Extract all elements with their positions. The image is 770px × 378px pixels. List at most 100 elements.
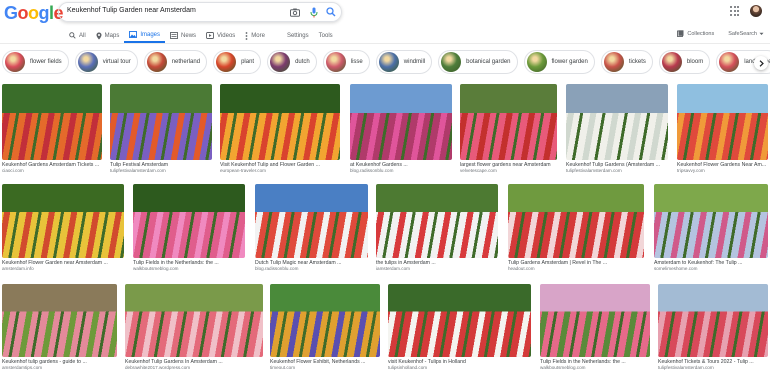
safesearch-dropdown[interactable]: SafeSearch [728, 31, 764, 37]
image-result[interactable]: Tulip Festival Amsterdam tulipfestivalams… [110, 84, 212, 174]
result-source: blog.radissonblu.com [350, 168, 394, 173]
chip-flower-garden[interactable]: flower garden [523, 50, 595, 74]
map-pin-icon [96, 32, 102, 39]
chip-virtual-tour[interactable]: virtual tour [74, 50, 138, 74]
image-result[interactable]: Keukenhof Flower Gardens Near Am... trips… [677, 84, 768, 174]
tab-news[interactable]: News [165, 28, 201, 43]
tools-label: Tools [318, 32, 333, 39]
chip-label: botanical garden [466, 59, 511, 65]
image-result[interactable]: Tulip Fields in the Netherlands: the ...… [540, 284, 650, 371]
image-result[interactable]: Tulip Fields in the Netherlands: the ...… [133, 184, 245, 272]
camera-icon[interactable] [289, 6, 301, 18]
image-result[interactable]: at Keukenhof Gardens ... blog.radissonblu… [350, 84, 452, 174]
result-thumbnail[interactable] [2, 284, 117, 357]
result-source: walkboutsmeblog.com [133, 266, 179, 271]
image-result[interactable]: Keukenhof Tickets & Tours 2022 - Tulip .… [658, 284, 768, 371]
google-logo[interactable]: Google [4, 3, 64, 24]
chip-botanical-garden[interactable]: botanical garden [438, 50, 518, 74]
chip-dutch[interactable]: dutch [267, 50, 317, 74]
chip-flower-fields[interactable]: flower fields [2, 50, 69, 74]
result-thumbnail[interactable] [2, 84, 102, 160]
result-thumbnail[interactable] [654, 184, 768, 258]
result-source: european-traveler.com [220, 168, 266, 173]
result-source: somelimeshome.com [654, 266, 698, 271]
image-result[interactable]: Keukenhof Tulip Gardens In Amsterdam ...… [125, 284, 263, 371]
collections-label: Collections [687, 30, 715, 37]
chip-tickets[interactable]: tickets [600, 50, 653, 74]
chip-lisse[interactable]: lisse [322, 50, 370, 74]
chevron-right-icon [759, 59, 764, 67]
image-result[interactable]: Keukenhof tulip gardens - guide to ... am… [2, 284, 117, 371]
microphone-icon[interactable] [308, 6, 320, 18]
image-result[interactable]: Visit Keukenhof Tulip and Flower Garden … [220, 84, 340, 174]
result-thumbnail[interactable] [220, 84, 340, 160]
result-source: tulipfestivalamsterdam.com [566, 168, 622, 173]
search-icon[interactable] [325, 6, 337, 18]
result-thumbnail[interactable] [110, 84, 212, 160]
result-thumbnail[interactable] [658, 284, 768, 357]
search-box[interactable]: Keukenhof Tulip Garden near Amsterdam [58, 2, 342, 22]
result-source: blog.radissonblu.com [255, 266, 299, 271]
chip-netherland[interactable]: netherland [143, 50, 208, 74]
image-result[interactable]: Keukenhof Flower Garden near Amsterdam .… [2, 184, 124, 272]
result-thumbnail[interactable] [508, 184, 644, 258]
result-thumbnail[interactable] [255, 184, 368, 258]
result-thumbnail[interactable] [460, 84, 557, 160]
tab-label: All [79, 32, 86, 39]
chips-next-button[interactable] [754, 56, 768, 70]
image-result[interactable]: Keukenhof Gardens Amsterdam Tickets ... c… [2, 84, 102, 174]
result-thumbnail[interactable] [540, 284, 650, 357]
settings-link[interactable]: Settings [282, 28, 314, 43]
image-result[interactable]: Amsterdam to Keukenhof: The Tulip ... som… [654, 184, 768, 272]
image-result[interactable]: visit Keukenhof - Tulips in Holland tulip… [388, 284, 531, 371]
result-thumbnail[interactable] [388, 284, 531, 357]
chip-bloom[interactable]: bloom [658, 50, 711, 74]
result-source: tripsavvy.com [677, 168, 705, 173]
image-result[interactable]: Dutch Tulip Magic near Amsterdam ... blog… [255, 184, 368, 272]
tab-label: News [181, 32, 197, 39]
chip-thumbnail [719, 52, 740, 72]
result-thumbnail[interactable] [566, 84, 668, 160]
result-thumbnail[interactable] [376, 184, 498, 258]
image-result[interactable]: largest flower gardens near Amsterdam vel… [460, 84, 557, 174]
result-thumbnail[interactable] [677, 84, 768, 160]
tab-maps[interactable]: Maps [91, 28, 125, 43]
tools-link[interactable]: Tools [314, 28, 338, 43]
tab-more[interactable]: More [240, 28, 270, 43]
avatar[interactable] [750, 5, 762, 17]
result-source: tulipfestivalamsterdam.com [658, 365, 714, 370]
result-thumbnail[interactable] [133, 184, 245, 258]
tab-label: More [251, 32, 265, 39]
safesearch-label: SafeSearch [728, 30, 757, 37]
result-thumbnail[interactable] [125, 284, 263, 357]
result-thumbnail[interactable] [2, 184, 124, 258]
collections-link[interactable]: Collections [677, 30, 714, 37]
result-source: velvetescape.com [460, 168, 497, 173]
chip-thumbnail [216, 52, 237, 72]
tab-videos[interactable]: Videos [201, 28, 240, 43]
chip-thumbnail [526, 52, 547, 72]
logo-letter: G [4, 3, 18, 23]
image-result[interactable]: Tulip Gardens Amsterdam | Revel in The .… [508, 184, 644, 272]
chip-windmill[interactable]: windmill [375, 50, 433, 74]
search-icon [69, 32, 76, 39]
search-input[interactable]: Keukenhof Tulip Garden near Amsterdam [67, 7, 196, 14]
header-divider [0, 43, 770, 44]
chip-plant[interactable]: plant [213, 50, 262, 74]
result-thumbnail[interactable] [270, 284, 380, 357]
chip-label: bloom [686, 59, 704, 65]
image-result[interactable]: Keukenhof Flower Exhibit, Netherlands ..… [270, 284, 380, 371]
chip-label: windmill [403, 59, 426, 65]
chip-label: dutch [295, 59, 310, 65]
tab-label: Images [140, 31, 161, 38]
tab-label: Videos [217, 32, 236, 39]
image-result[interactable]: Keukenhof Tulip Gardens (Amsterdam ... tu… [566, 84, 668, 174]
image-result[interactable]: the tulips in Amsterdam ... iamsterdam.co… [376, 184, 498, 272]
tab-all[interactable]: All [64, 28, 91, 43]
result-source: tulipsinholland.com [388, 365, 428, 370]
apps-grid-icon[interactable] [730, 6, 740, 16]
tab-images[interactable]: Images [124, 28, 166, 43]
chip-label: flower garden [551, 59, 588, 65]
more-vert-icon [245, 31, 248, 40]
result-thumbnail[interactable] [350, 84, 452, 160]
